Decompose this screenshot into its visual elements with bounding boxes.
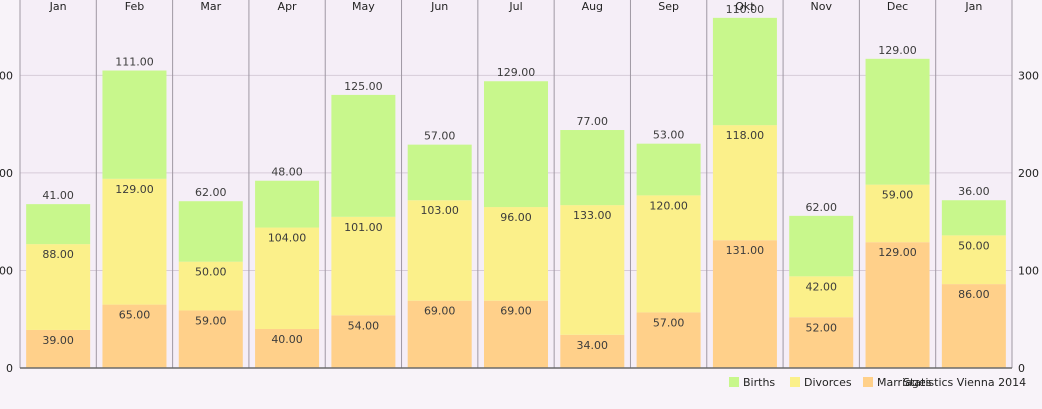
legend-label-births: Births (743, 376, 775, 389)
legend-swatch-divorces (790, 377, 800, 387)
data-label: 34.00 (577, 339, 609, 352)
data-label: 65.00 (119, 309, 151, 322)
bar-births (178, 201, 243, 262)
legend-swatch-marriages (863, 377, 873, 387)
y-tick-label-right: 200 (1018, 167, 1039, 180)
bar-births (789, 215, 854, 277)
x-tick-label: Okt (735, 0, 755, 13)
data-label: 104.00 (268, 232, 307, 245)
x-tick-label: May (352, 0, 375, 13)
x-tick-label: Apr (278, 0, 298, 13)
data-label: 133.00 (573, 209, 612, 222)
data-label: 129.00 (115, 183, 154, 196)
data-label: 103.00 (420, 204, 459, 217)
bar-births (865, 58, 930, 185)
y-tick-label-left: 300 (0, 69, 13, 82)
bar-births (407, 144, 472, 201)
y-tick-label-right: 100 (1018, 264, 1039, 277)
bar-divorces (636, 195, 701, 313)
data-label: 62.00 (805, 201, 837, 214)
data-label: 125.00 (344, 80, 383, 93)
data-label: 57.00 (424, 130, 456, 143)
data-label: 40.00 (271, 333, 303, 346)
x-tick-label: Dec (887, 0, 908, 13)
data-label: 129.00 (878, 44, 917, 57)
data-label: 57.00 (653, 316, 685, 329)
x-tick-label: Jul (508, 0, 522, 13)
data-label: 131.00 (726, 244, 765, 257)
x-tick-label: Aug (582, 0, 603, 13)
bar-births (636, 143, 701, 196)
data-label: 88.00 (42, 248, 74, 261)
x-tick-label: Jan (964, 0, 982, 13)
data-label: 48.00 (271, 166, 303, 179)
bar-births (255, 180, 320, 228)
data-label: 39.00 (42, 334, 74, 347)
legend-swatch-births (729, 377, 739, 387)
bar-births (26, 204, 91, 245)
bar-divorces (712, 125, 777, 241)
data-label: 111.00 (115, 56, 154, 69)
data-label: 53.00 (653, 129, 685, 142)
data-label: 54.00 (348, 319, 380, 332)
data-label: 86.00 (958, 288, 990, 301)
data-label: 96.00 (500, 211, 532, 224)
data-label: 42.00 (805, 280, 837, 293)
data-label: 129.00 (878, 246, 917, 259)
data-label: 50.00 (195, 266, 227, 279)
bar-divorces (102, 178, 167, 305)
data-label: 118.00 (726, 129, 765, 142)
data-label: 69.00 (424, 305, 456, 318)
bar-births (484, 81, 548, 208)
data-label: 41.00 (42, 189, 74, 202)
bar-births (712, 17, 777, 126)
bar-births (560, 130, 625, 206)
bar-divorces (560, 205, 625, 335)
x-tick-label: Mar (200, 0, 221, 13)
data-label: 129.00 (497, 66, 536, 79)
data-label: 59.00 (882, 189, 914, 202)
x-tick-label: Jun (430, 0, 448, 13)
data-label: 52.00 (805, 321, 837, 334)
data-label: 62.00 (195, 186, 227, 199)
bar-marriages (865, 242, 930, 368)
data-label: 36.00 (958, 185, 990, 198)
bar-births (102, 70, 167, 179)
data-label: 120.00 (649, 199, 688, 212)
y-tick-label-left: 0 (6, 362, 13, 375)
chart-description: Statistics Vienna 2014 (903, 376, 1026, 389)
legend-label-divorces: Divorces (804, 376, 852, 389)
x-tick-label: Nov (810, 0, 832, 13)
x-tick-label: Jan (49, 0, 67, 13)
chart-container: 39.00 88.00 41.00 65.00 129.00 111.00 59.00 50.… (0, 0, 1042, 405)
data-label: 77.00 (577, 115, 609, 128)
data-label: 101.00 (344, 221, 383, 234)
bar-births (941, 200, 1006, 236)
y-tick-label-left: 200 (0, 167, 13, 180)
data-label: 69.00 (500, 305, 532, 318)
data-label: 50.00 (958, 239, 990, 252)
x-tick-label: Sep (658, 0, 679, 13)
stacked-bar-chart: 39.00 88.00 41.00 65.00 129.00 111.00 59.00 50.… (0, 0, 1039, 389)
bar-marriages (712, 240, 777, 368)
bar-births (331, 94, 396, 217)
y-tick-label-left: 100 (0, 264, 13, 277)
x-tick-label: Feb (125, 0, 144, 13)
y-tick-label-right: 300 (1018, 69, 1039, 82)
data-label: 59.00 (195, 314, 227, 327)
y-tick-label-right: 0 (1018, 362, 1025, 375)
